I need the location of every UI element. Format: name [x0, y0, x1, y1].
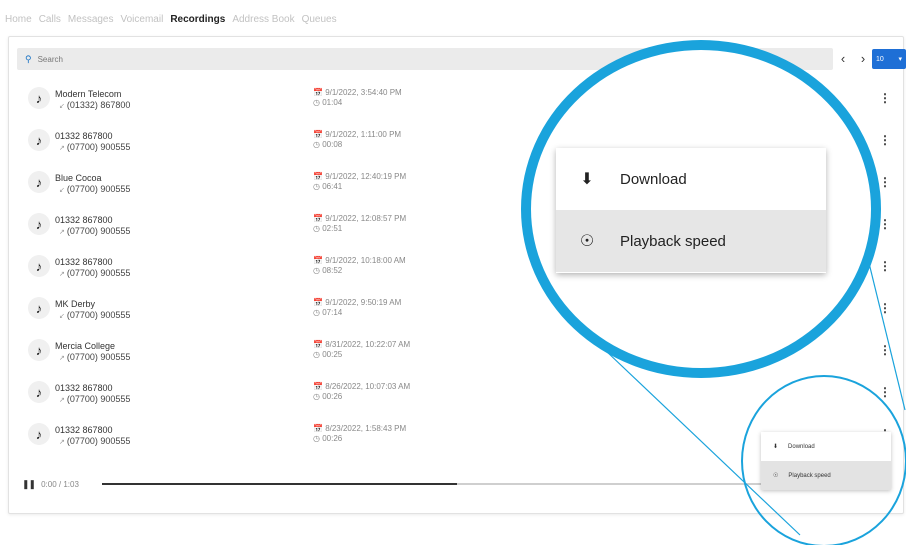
zoom-magnifier: ⬇ Download ☉ Playback speed: [521, 40, 881, 378]
zoomed-download-label: Download: [620, 170, 687, 188]
zoom-source-circle: [741, 375, 906, 545]
download-icon: ⬇: [580, 171, 594, 188]
zoomed-download-menu-item[interactable]: ⬇ Download: [556, 148, 826, 210]
zoomed-playback-speed-menu-item[interactable]: ☉ Playback speed: [556, 210, 826, 272]
zoomed-playback-speed-label: Playback speed: [620, 232, 726, 250]
zoomed-context-menu: ⬇ Download ☉ Playback speed: [556, 148, 826, 273]
playback-speed-icon: ☉: [579, 233, 595, 250]
